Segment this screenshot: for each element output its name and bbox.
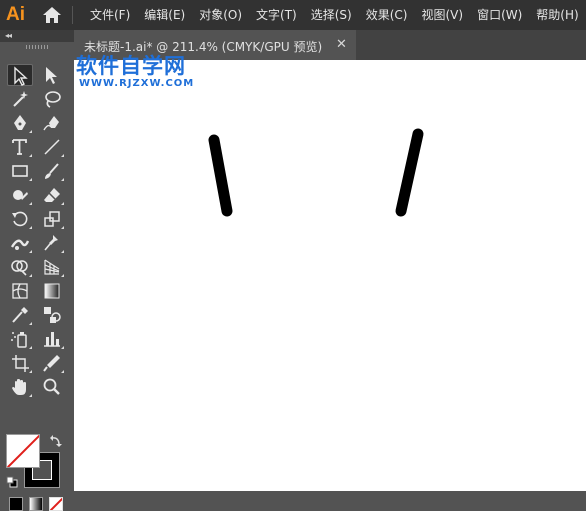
artwork: [208, 128, 424, 217]
main-menu: 文件(F) 编辑(E) 对象(O) 文字(T) 选择(S) 效果(C) 视图(V…: [90, 0, 586, 30]
eyedropper-tool-icon[interactable]: [7, 304, 33, 326]
right-stroke-path: [395, 128, 424, 217]
menu-divider: [72, 6, 73, 24]
app-logo: Ai: [6, 4, 25, 25]
gradient-tool-icon[interactable]: [39, 280, 65, 302]
menu-edit[interactable]: 编辑(E): [144, 0, 185, 30]
slice-tool-icon[interactable]: [39, 352, 65, 374]
left-stroke-path: [208, 134, 233, 217]
lasso-tool-icon[interactable]: [39, 88, 65, 110]
none-indicator: [7, 435, 39, 467]
watermark-url: WWW.RJZXW.COM: [79, 78, 195, 89]
shaper-tool-icon[interactable]: [7, 184, 33, 206]
artboard-canvas[interactable]: [74, 60, 586, 491]
shape-builder-tool-icon[interactable]: [7, 256, 33, 278]
menu-help[interactable]: 帮助(H): [536, 0, 578, 30]
rotate-tool-icon[interactable]: [7, 208, 33, 230]
menu-type[interactable]: 文字(T): [256, 0, 297, 30]
perspective-grid-tool-icon[interactable]: [39, 256, 65, 278]
menu-file[interactable]: 文件(F): [90, 0, 130, 30]
color-mode-button[interactable]: [9, 497, 23, 511]
gradient-mode-button[interactable]: [29, 497, 43, 511]
watermark-title: 软件自学网: [76, 54, 186, 78]
selection-tool-icon[interactable]: [7, 64, 33, 86]
fill-swatch[interactable]: [6, 434, 40, 468]
direct-selection-tool-icon[interactable]: [39, 64, 65, 86]
none-mode-button[interactable]: [49, 497, 63, 511]
menu-window[interactable]: 窗口(W): [477, 0, 522, 30]
menu-select[interactable]: 选择(S): [311, 0, 352, 30]
puppet-warp-tool-icon[interactable]: [39, 232, 65, 254]
collapse-panel-icon[interactable]: ◂◂: [5, 31, 12, 40]
swap-fill-stroke-icon[interactable]: [49, 434, 63, 448]
close-icon[interactable]: ✕: [336, 37, 347, 52]
menu-bar: Ai 文件(F) 编辑(E) 对象(O) 文字(T) 选择(S) 效果(C) 视…: [0, 0, 586, 30]
default-fill-stroke-icon[interactable]: [6, 476, 18, 488]
eraser-tool-icon[interactable]: [39, 184, 65, 206]
menu-object[interactable]: 对象(O): [199, 0, 242, 30]
mesh-tool-icon[interactable]: [7, 280, 33, 302]
paintbrush-tool-icon[interactable]: [39, 160, 65, 182]
line-segment-tool-icon[interactable]: [39, 136, 65, 158]
menu-effect[interactable]: 效果(C): [366, 0, 408, 30]
magic-wand-tool-icon[interactable]: [7, 88, 33, 110]
panel-grip[interactable]: [26, 45, 48, 49]
column-graph-tool-icon[interactable]: [39, 328, 65, 350]
symbol-sprayer-tool-icon[interactable]: [7, 328, 33, 350]
scale-tool-icon[interactable]: [39, 208, 65, 230]
rectangle-tool-icon[interactable]: [7, 160, 33, 182]
width-tool-icon[interactable]: [7, 232, 33, 254]
home-icon[interactable]: [42, 6, 62, 24]
blend-tool-icon[interactable]: [39, 304, 65, 326]
tools-panel-header: ◂◂: [0, 30, 74, 42]
zoom-tool-icon[interactable]: [39, 376, 65, 398]
type-tool-icon[interactable]: [7, 136, 33, 158]
tools-panel: ◂◂: [0, 30, 74, 511]
hand-tool-icon[interactable]: [7, 376, 33, 398]
menu-view[interactable]: 视图(V): [421, 0, 463, 30]
artboard-tool-icon[interactable]: [7, 352, 33, 374]
curvature-tool-icon[interactable]: [39, 112, 65, 134]
pen-tool-icon[interactable]: [7, 112, 33, 134]
none-indicator: [50, 498, 62, 510]
